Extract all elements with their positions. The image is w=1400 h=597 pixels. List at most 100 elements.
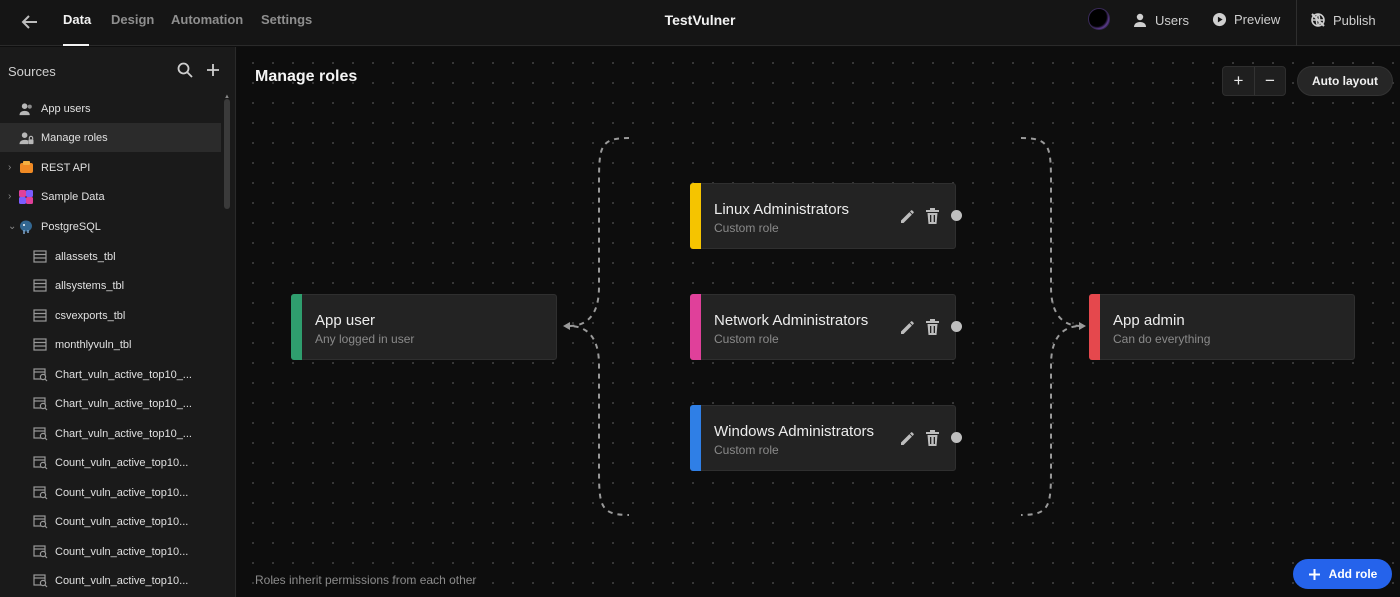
arrow-head-left [563, 322, 570, 330]
sidebar-item-query[interactable]: Chart_vuln_active_top10_... [0, 419, 221, 448]
sidebar-item-csvexports-tbl[interactable]: csvexports_tbl [0, 301, 221, 330]
sidebar-item-label: App users [41, 102, 91, 115]
pencil-icon[interactable] [899, 207, 917, 225]
active-tab-indicator [63, 44, 89, 46]
users-button[interactable]: Users [1132, 12, 1189, 28]
chevron-right-icon: › [8, 162, 12, 173]
search-icon[interactable] [176, 61, 194, 79]
sidebar-item-query[interactable]: Count_vuln_active_top10... [0, 507, 221, 536]
role-description: Custom role [714, 443, 779, 457]
trash-icon[interactable] [924, 207, 941, 225]
left-brace [568, 137, 630, 516]
tab-data[interactable]: Data [63, 12, 91, 27]
sidebar-item-monthlyvuln-tbl[interactable]: monthlyvuln_tbl [0, 330, 221, 359]
user-lock-icon [18, 130, 34, 146]
sidebar-item-label: Chart_vuln_active_top10_... [55, 427, 192, 440]
role-card-app-admin[interactable]: App admin Can do everything [1089, 294, 1355, 360]
role-name: App user [315, 312, 376, 329]
table-icon [32, 278, 48, 294]
query-icon [32, 426, 48, 442]
sidebar-item-query[interactable]: Chart_vuln_active_top10_... [0, 360, 221, 389]
sidebar-item-postgresql[interactable]: ⌄ PostgreSQL [0, 212, 221, 241]
sidebar-item-allassets-tbl[interactable]: allassets_tbl [0, 242, 221, 271]
sidebar-item-label: Count_vuln_active_top10... [55, 545, 189, 558]
role-description: Custom role [714, 332, 779, 346]
role-color-bar [690, 294, 701, 360]
zoom-controls: + − [1222, 66, 1286, 96]
sidebar-item-label: allassets_tbl [55, 250, 116, 263]
preview-label: Preview [1234, 12, 1281, 27]
trash-icon[interactable] [924, 429, 941, 447]
auto-layout-button[interactable]: Auto layout [1297, 66, 1393, 96]
users-icon [18, 101, 34, 117]
sidebar-item-query[interactable]: Count_vuln_active_top10... [0, 448, 221, 477]
sidebar-item-manage-roles[interactable]: Manage roles [0, 123, 221, 152]
tab-settings[interactable]: Settings [261, 12, 312, 27]
sidebar-item-label: Count_vuln_active_top10... [55, 515, 189, 528]
zoom-out-button[interactable]: − [1253, 67, 1285, 95]
sidebar-item-label: Chart_vuln_active_top10_... [55, 368, 192, 381]
role-description: Can do everything [1113, 332, 1211, 346]
sidebar-item-sample-data[interactable]: › Sample Data [0, 182, 221, 211]
role-color-bar [1089, 294, 1100, 360]
play-circle-icon [1212, 12, 1227, 27]
plus-icon [1308, 568, 1320, 580]
page-title: Manage roles [255, 68, 358, 85]
add-source-icon[interactable] [204, 61, 222, 79]
role-name: Windows Administrators [714, 423, 875, 440]
role-description: Custom role [714, 221, 779, 235]
sidebar-item-query[interactable]: Chart_vuln_active_top10_... [0, 389, 221, 418]
publish-button[interactable]: Publish [1310, 12, 1376, 28]
role-card-windows-administrators[interactable]: Windows Administrators Custom role [690, 405, 962, 471]
query-icon [32, 514, 48, 530]
connection-handle[interactable] [951, 321, 962, 332]
role-name: App admin [1113, 312, 1185, 329]
pencil-icon[interactable] [899, 318, 917, 336]
trash-icon[interactable] [924, 318, 941, 336]
connection-handle[interactable] [951, 210, 962, 221]
sidebar-title: Sources [8, 64, 56, 79]
zoom-in-button[interactable]: + [1223, 67, 1254, 95]
role-color-bar [690, 405, 701, 471]
sidebar-item-label: allsystems_tbl [55, 279, 125, 292]
sidebar-item-label: PostgreSQL [41, 220, 101, 233]
sidebar-item-allsystems-tbl[interactable]: allsystems_tbl [0, 271, 221, 300]
tab-design[interactable]: Design [111, 12, 154, 27]
arrow-head-right [1079, 322, 1086, 330]
role-card-app-user[interactable]: App user Any logged in user [291, 294, 557, 360]
role-name: Network Administrators [714, 312, 869, 329]
sidebar-scrollbar[interactable] [224, 99, 230, 209]
sidebar-item-label: REST API [41, 161, 91, 174]
users-label: Users [1155, 12, 1189, 28]
connection-handle[interactable] [951, 432, 962, 443]
role-card-network-administrators[interactable]: Network Administrators Custom role [690, 294, 962, 360]
chevron-down-icon: ⌄ [8, 221, 17, 232]
pencil-icon[interactable] [899, 429, 917, 447]
tab-automation[interactable]: Automation [171, 12, 243, 27]
right-brace [1020, 137, 1082, 516]
sidebar-item-app-users[interactable]: App users [0, 94, 221, 123]
sources-sidebar: Sources ▲ App users Manage roles › REST … [0, 47, 236, 597]
sidebar-item-query[interactable]: Count_vuln_active_top10... [0, 537, 221, 566]
globe-off-icon [1311, 13, 1325, 27]
sidebar-item-rest-api[interactable]: › REST API [0, 153, 221, 182]
roles-canvas[interactable]: Manage roles + − Auto layout App user An… [237, 47, 1400, 597]
role-name: Linux Administrators [714, 201, 850, 218]
sidebar-item-label: Manage roles [41, 131, 108, 144]
inheritance-hint: Roles inherit permissions from each othe… [255, 573, 477, 587]
role-card-linux-administrators[interactable]: Linux Administrators Custom role [690, 183, 962, 249]
sidebar-item-query[interactable]: Count_vuln_active_top10... [0, 566, 221, 595]
sidebar-item-query[interactable]: Count_vuln_active_top10... [0, 478, 221, 507]
avatar[interactable] [1088, 8, 1110, 30]
add-role-label: Add role [1328, 567, 1378, 581]
query-icon [32, 544, 48, 560]
back-arrow-icon[interactable] [18, 10, 42, 34]
table-icon [32, 337, 48, 353]
query-icon [32, 455, 48, 471]
sidebar-item-label: Sample Data [41, 190, 105, 203]
publish-label: Publish [1333, 12, 1376, 28]
query-icon [32, 367, 48, 383]
add-role-button[interactable]: Add role [1293, 559, 1392, 589]
preview-button[interactable]: Preview [1212, 12, 1280, 27]
top-bar-divider [1296, 0, 1297, 46]
